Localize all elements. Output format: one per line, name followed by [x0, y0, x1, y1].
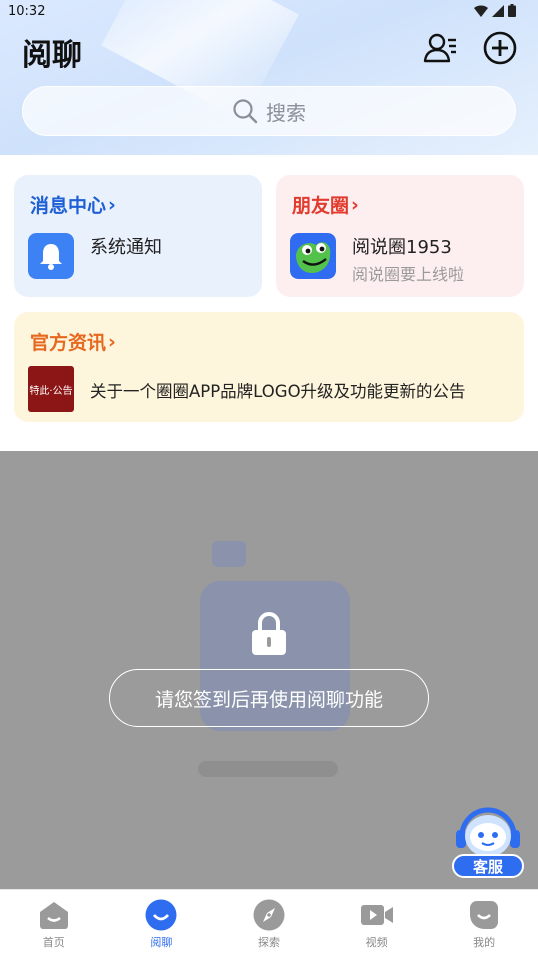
tab-video[interactable]: 视频	[323, 890, 431, 957]
official-news-card[interactable]: 官方资讯 › 特此·公告 关于一个圈圈APP品牌LOGO升级及功能更新的公告	[14, 312, 524, 422]
contacts-icon[interactable]	[422, 30, 458, 66]
bottom-tab-bar: 首页 阅聊 探索 视频 我的	[0, 889, 538, 957]
moments-avatar-icon	[290, 233, 336, 279]
status-time: 10:32	[8, 4, 46, 19]
compass-icon	[253, 899, 285, 931]
chevron-right-icon: ›	[108, 330, 116, 353]
tab-chat[interactable]: 阅聊	[108, 890, 216, 957]
news-thumbnail: 特此·公告	[28, 366, 74, 412]
blurred-placeholder-illustration	[198, 541, 350, 777]
moments-header[interactable]: 朋友圈 ›	[292, 191, 359, 218]
customer-service-button[interactable]: 客服	[452, 802, 524, 878]
tab-video-label: 视频	[365, 936, 388, 949]
battery-icon	[508, 4, 516, 17]
moments-card[interactable]: 朋友圈 › 阅说圈1953 阅说圈要上线啦	[276, 175, 524, 297]
tab-profile-label: 我的	[473, 936, 496, 949]
profile-icon	[470, 901, 499, 929]
video-icon	[360, 905, 393, 925]
official-news-title: 官方资讯	[30, 332, 107, 354]
search-icon	[233, 99, 258, 124]
message-center-card[interactable]: 消息中心 › 系统通知	[14, 175, 262, 297]
moments-title: 朋友圈	[292, 195, 350, 217]
tab-profile[interactable]: 我的	[430, 890, 538, 957]
status-icons	[474, 4, 516, 17]
moments-subtitle: 阅说圈要上线啦	[352, 265, 465, 284]
home-icon	[39, 902, 68, 929]
news-headline[interactable]: 关于一个圈圈APP品牌LOGO升级及功能更新的公告	[90, 378, 466, 402]
page-title: 阅聊	[22, 38, 82, 73]
tab-chat-label: 阅聊	[150, 936, 173, 949]
chevron-right-icon: ›	[351, 193, 359, 216]
official-news-header[interactable]: 官方资讯 ›	[30, 328, 116, 355]
signal-icon	[492, 4, 504, 17]
chevron-right-icon: ›	[108, 193, 116, 216]
moments-name: 阅说圈1953	[352, 237, 452, 258]
tab-explore[interactable]: 探索	[215, 890, 323, 957]
search-bar[interactable]: 搜索	[22, 86, 516, 136]
bell-icon	[28, 233, 74, 279]
robot-headset-icon	[456, 807, 520, 857]
message-center-header[interactable]: 消息中心 ›	[30, 191, 116, 218]
chat-icon	[145, 899, 177, 931]
tab-home[interactable]: 首页	[0, 890, 108, 957]
lock-icon	[252, 612, 286, 655]
tab-explore-label: 探索	[257, 936, 280, 949]
tab-home-label: 首页	[42, 936, 65, 949]
system-notification-label: 系统通知	[90, 237, 162, 258]
sign-in-prompt-button[interactable]: 请您签到后再使用阅聊功能	[109, 669, 429, 727]
add-icon[interactable]	[482, 30, 518, 66]
wifi-icon	[474, 4, 488, 17]
news-thumbnail-text: 特此·公告	[29, 385, 73, 397]
message-center-title: 消息中心	[30, 195, 107, 217]
search-placeholder: 搜索	[266, 100, 306, 125]
header: 10:32 阅聊 搜索	[0, 0, 538, 155]
customer-service-label: 客服	[452, 854, 524, 878]
